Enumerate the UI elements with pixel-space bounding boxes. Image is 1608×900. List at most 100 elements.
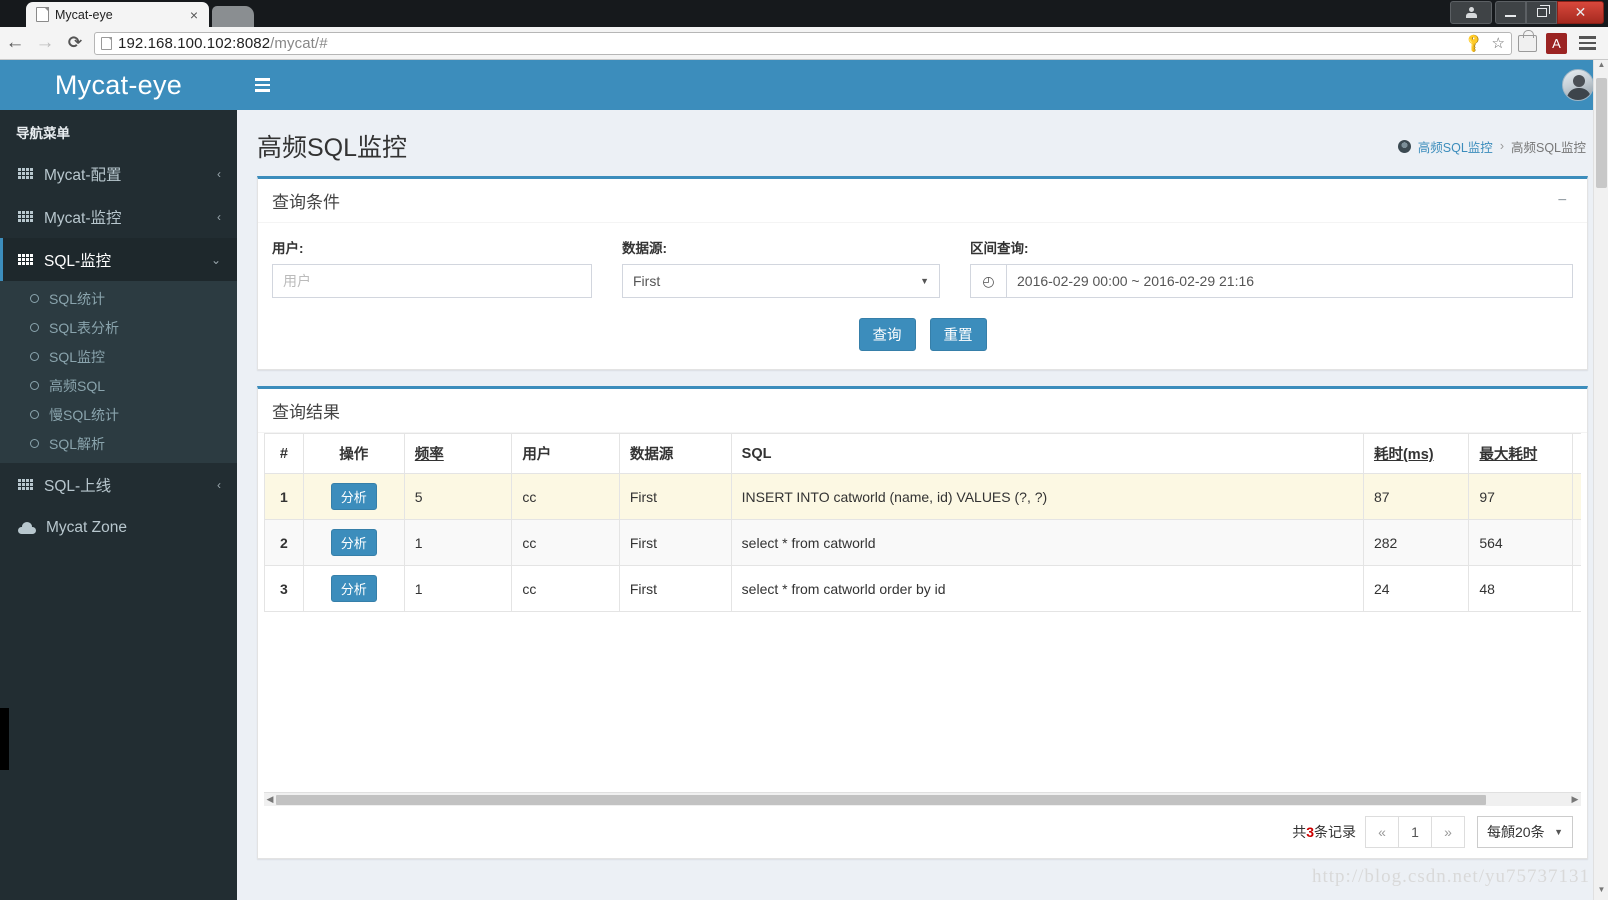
sidebar-item-sql-online[interactable]: SQL-上线 ‹ (0, 463, 237, 506)
sidebar-item-label: Mycat Zone (46, 518, 127, 536)
sidebar-item-mycat-monitor[interactable]: Mycat-监控 ‹ (0, 195, 237, 238)
cell-datasource: First (618, 473, 732, 520)
top-navbar (237, 60, 1608, 110)
clock-icon: ◴ (970, 264, 1006, 298)
back-button[interactable]: ← (0, 32, 30, 54)
scrollbar-track[interactable] (276, 794, 1569, 806)
sidebar-toggle-icon[interactable] (251, 74, 274, 96)
tab-title: Mycat-eye (55, 7, 113, 22)
query-actions: 查询 重置 (272, 318, 1573, 351)
scroll-down-icon[interactable]: ▼ (1594, 885, 1608, 900)
scroll-left-icon[interactable]: ◀ (264, 794, 276, 805)
sidebar-subitem-label: 高频SQL (49, 377, 106, 394)
brand-logo[interactable]: Mycat-eye (0, 60, 237, 110)
scroll-right-icon[interactable]: ▶ (1569, 794, 1581, 805)
datasource-field-group: 数据源: First ▼ (622, 237, 940, 298)
adblock-extension-icon[interactable]: A (1546, 32, 1567, 54)
window-user-button[interactable] (1450, 1, 1492, 24)
table-row[interactable]: 1 分析 5 cc First INSERT INTO catworld (na… (264, 473, 1581, 520)
browser-toolbar: ← → ⟳ 192.168.100.102:8082/mycat/# 🔑 ☆ A (0, 27, 1608, 60)
table-horizontal-scrollbar[interactable]: ◀ ▶ (264, 792, 1581, 806)
cell-datasource: First (618, 565, 732, 612)
cell-time: 282 (1362, 519, 1470, 566)
table-row[interactable]: 3 分析 1 cc First select * from catworld o… (264, 565, 1581, 612)
maximize-button[interactable] (1526, 1, 1557, 24)
column-min-time[interactable]: 最小耗时 (1571, 433, 1581, 474)
results-table: # 操作 频率 用户 数据源 SQL 耗时(ms) 最大耗时 最小耗时 (264, 433, 1581, 612)
column-max-time[interactable]: 最大耗时 (1468, 433, 1573, 474)
window-close-button[interactable]: ✕ (1557, 1, 1604, 24)
sidebar-item-mycat-zone[interactable]: Mycat Zone (0, 506, 237, 549)
page-scrollbar-thumb[interactable] (1596, 78, 1607, 188)
sidebar-subitem-slow-sql-stats[interactable]: 慢SQL统计 (0, 400, 237, 429)
minimize-button[interactable] (1495, 1, 1526, 24)
browser-titlebar: Mycat-eye × ✕ (0, 0, 1608, 27)
table-row[interactable]: 2 分析 1 cc First select * from catworld 2… (264, 519, 1581, 566)
bookmark-star-icon[interactable]: ☆ (1492, 34, 1505, 52)
cell-operation: 分析 (302, 473, 405, 520)
sidebar-subitem-high-freq-sql[interactable]: 高频SQL (0, 371, 237, 400)
sidebar-subitem-sql-table-analysis[interactable]: SQL表分析 (0, 313, 237, 342)
cell-index: 2 (264, 519, 304, 566)
results-table-scroll[interactable]: # 操作 频率 用户 数据源 SQL 耗时(ms) 最大耗时 最小耗时 (264, 433, 1581, 793)
daterange-input[interactable]: 2016-02-29 00:00 ~ 2016-02-29 21:16 (1006, 264, 1573, 298)
grid-icon (18, 211, 33, 222)
cell-operation: 分析 (302, 565, 405, 612)
reload-button[interactable]: ⟳ (60, 33, 90, 53)
scroll-up-icon[interactable]: ▲ (1594, 60, 1608, 75)
search-button[interactable]: 查询 (858, 318, 916, 351)
results-table-wrapper: # 操作 频率 用户 数据源 SQL 耗时(ms) 最大耗时 最小耗时 (258, 433, 1587, 808)
sidebar-edge-artifact (0, 708, 9, 770)
cell-min-time: 48 (1571, 565, 1581, 612)
scrollbar-thumb[interactable] (276, 794, 1486, 805)
browser-menu-icon[interactable] (1576, 34, 1599, 52)
address-bar[interactable]: 192.168.100.102:8082/mycat/# 🔑 ☆ (94, 31, 1512, 55)
analyze-button[interactable]: 分析 (330, 575, 377, 602)
new-tab-button[interactable] (212, 6, 254, 27)
sidebar-subitem-sql-stats[interactable]: SQL统计 (0, 284, 237, 313)
user-input[interactable] (272, 264, 592, 298)
dashboard-icon (1397, 139, 1411, 153)
query-panel-header: 查询条件 − (258, 179, 1587, 223)
lock-extension-icon[interactable] (1518, 29, 1537, 52)
chevron-left-icon: ‹ (217, 209, 221, 224)
page-scrollbar[interactable]: ▲ ▼ (1593, 60, 1608, 900)
reset-button[interactable]: 重置 (929, 318, 987, 351)
column-frequency[interactable]: 频率 (403, 433, 513, 474)
page-size-select[interactable]: 每頠20条 ▼ (1477, 816, 1573, 848)
cell-time: 24 (1362, 565, 1470, 612)
collapse-icon[interactable]: − (1552, 188, 1573, 214)
cell-frequency: 1 (403, 519, 513, 566)
page-favicon (36, 7, 49, 22)
results-table-head: # 操作 频率 用户 数据源 SQL 耗时(ms) 最大耗时 最小耗时 (264, 433, 1581, 474)
sidebar-section-title: 导航菜单 (16, 126, 70, 141)
cell-frequency: 5 (403, 473, 513, 520)
cell-max-time: 97 (1468, 473, 1573, 520)
breadcrumb-home[interactable]: 高频SQL监控 (1418, 137, 1493, 156)
next-page-button[interactable]: » (1431, 816, 1465, 848)
cell-max-time: 564 (1468, 519, 1573, 566)
browser-tab[interactable]: Mycat-eye × (26, 2, 209, 27)
sidebar-subitem-sql-parse[interactable]: SQL解析 (0, 429, 237, 458)
chevron-left-icon: ‹ (217, 477, 221, 492)
column-time[interactable]: 耗时(ms) (1362, 433, 1470, 474)
forward-button[interactable]: → (30, 32, 60, 54)
grid-icon (18, 254, 33, 265)
sidebar-item-sql-monitor[interactable]: SQL-监控 ⌄ (0, 238, 237, 281)
cell-sql: INSERT INTO catworld (name, id) VALUES (… (730, 473, 1364, 520)
avatar[interactable] (1562, 69, 1594, 101)
page-number-button[interactable]: 1 (1398, 816, 1432, 848)
sidebar-subitem-sql-monitor[interactable]: SQL监控 (0, 342, 237, 371)
prev-page-button[interactable]: « (1365, 816, 1399, 848)
close-tab-icon[interactable]: × (185, 8, 203, 22)
query-form-row: 用户: 数据源: First ▼ 区间查询: ◴ (272, 237, 1573, 298)
sidebar-submenu-sql-monitor: SQL统计 SQL表分析 SQL监控 高频SQL 慢SQL统计 SQL解析 (0, 281, 237, 463)
analyze-button[interactable]: 分析 (330, 483, 377, 510)
analyze-button[interactable]: 分析 (330, 529, 377, 556)
key-icon[interactable]: 🔑 (1463, 32, 1486, 55)
address-bar-actions: 🔑 ☆ (1463, 32, 1505, 55)
datasource-select[interactable]: First ▼ (622, 264, 940, 298)
sidebar-item-mycat-config[interactable]: Mycat-配置 ‹ (0, 152, 237, 195)
cell-datasource: First (618, 519, 732, 566)
circle-icon (30, 323, 39, 332)
